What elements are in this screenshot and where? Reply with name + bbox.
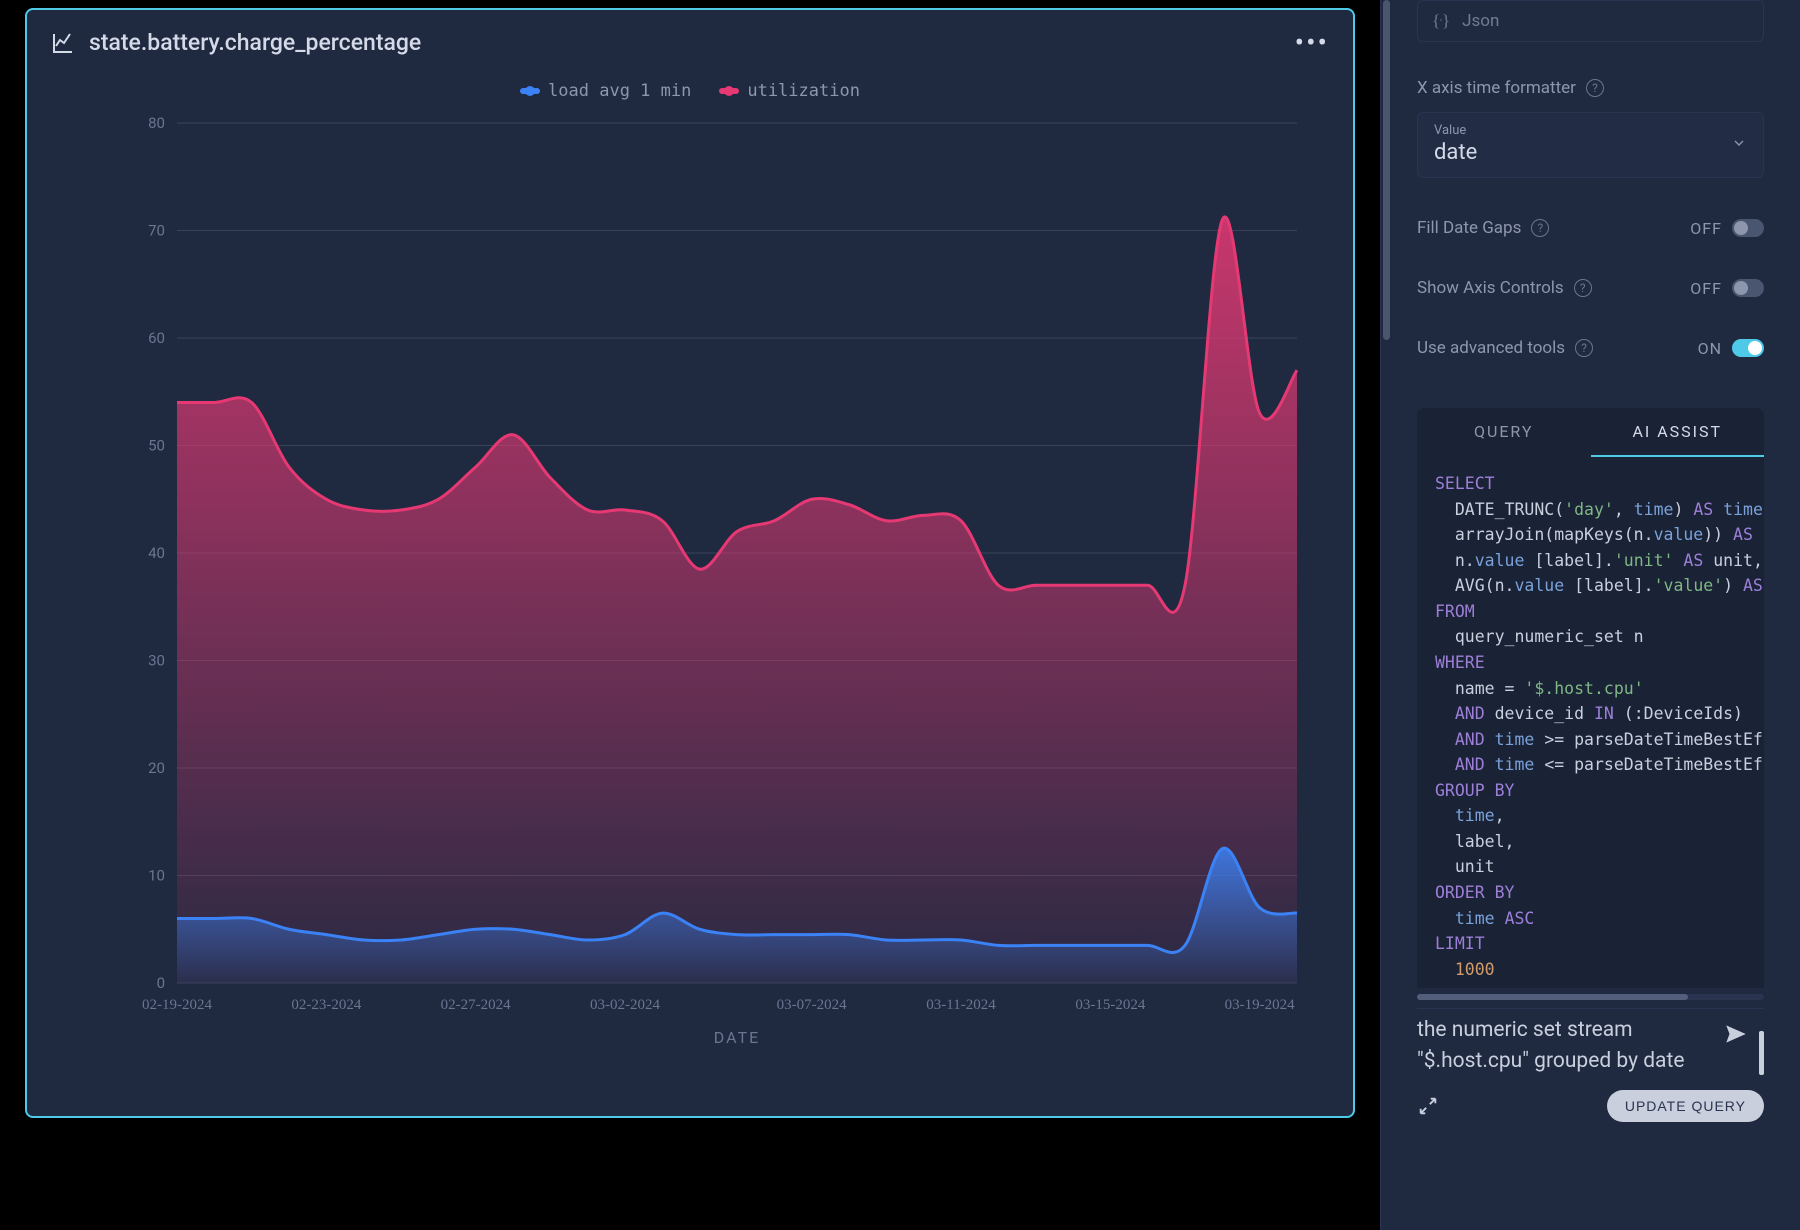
chart-body: 0 10 20 30 40 50 60 70 80 02-19-2024 02-23-2024 02… [27, 113, 1353, 1093]
field-label: Value [1434, 123, 1747, 138]
chart-legend: load avg 1 min utilization [27, 75, 1353, 113]
legend-item-utilization[interactable]: utilization [719, 81, 860, 101]
chart-title-text: state.battery.charge_percentage [89, 29, 421, 56]
help-icon[interactable]: ? [1586, 79, 1604, 97]
legend-label: load avg 1 min [548, 81, 691, 101]
scrollbar-track[interactable] [1381, 0, 1391, 360]
svg-text:60: 60 [148, 329, 165, 347]
main-panel: state.battery.charge_percentage ••• load… [0, 0, 1380, 1230]
more-menu-icon[interactable]: ••• [1295, 26, 1329, 59]
svg-text:10: 10 [148, 867, 165, 885]
sql-horizontal-scrollbar[interactable] [1417, 994, 1764, 1000]
tab-query[interactable]: QUERY [1417, 408, 1591, 457]
axis-controls-row: Show Axis Controls ? OFF [1417, 278, 1764, 298]
expand-icon[interactable] [1417, 1095, 1439, 1117]
chart-card: state.battery.charge_percentage ••• load… [25, 8, 1355, 1118]
fill-gaps-toggle[interactable]: OFF [1690, 219, 1764, 238]
legend-label: utilization [747, 81, 860, 101]
legend-item-load[interactable]: load avg 1 min [520, 81, 691, 101]
json-format-field[interactable]: {'} Json [1417, 0, 1764, 42]
scrollbar-thumb[interactable] [1383, 0, 1390, 340]
svg-text:03-15-2024: 03-15-2024 [1075, 997, 1145, 1013]
svg-text:80: 80 [148, 114, 165, 132]
chart-svg[interactable]: 0 10 20 30 40 50 60 70 80 02-19-2024 02-23-2024 02… [137, 113, 1317, 1093]
advanced-toggle[interactable]: ON [1698, 339, 1764, 358]
help-icon[interactable]: ? [1574, 279, 1592, 297]
x-axis-formatter-label: X axis time formatter ? [1417, 78, 1764, 98]
text-caret [1759, 1031, 1764, 1075]
svg-text:02-19-2024: 02-19-2024 [142, 997, 212, 1013]
svg-text:03-11-2024: 03-11-2024 [926, 997, 996, 1013]
json-label: Json [1462, 11, 1499, 31]
fill-date-gaps-row: Fill Date Gaps ? OFF [1417, 218, 1764, 238]
side-panel: {'} Json X axis time formatter ? Value d… [1380, 0, 1800, 1230]
line-chart-icon [51, 31, 75, 55]
help-icon[interactable]: ? [1575, 339, 1593, 357]
advanced-label: Use advanced tools [1417, 338, 1565, 358]
chart-title: state.battery.charge_percentage [51, 29, 421, 56]
fill-gaps-label: Fill Date Gaps [1417, 218, 1521, 238]
svg-text:20: 20 [148, 759, 165, 777]
svg-text:03-07-2024: 03-07-2024 [777, 997, 847, 1013]
tab-ai-assist[interactable]: AI ASSIST [1591, 408, 1765, 457]
advanced-tools-row: Use advanced tools ? ON [1417, 338, 1764, 358]
svg-text:40: 40 [148, 544, 165, 562]
ai-assist-text: the numeric set stream "$.host.cpu" grou… [1417, 1015, 1713, 1076]
send-icon[interactable] [1723, 1021, 1749, 1047]
sql-editor[interactable]: SELECT DATE_TRUNC('day', time) AS time, … [1417, 457, 1764, 988]
ai-assist-input[interactable]: the numeric set stream "$.host.cpu" grou… [1417, 1008, 1764, 1076]
svg-text:DATE: DATE [714, 1028, 760, 1047]
svg-text:02-27-2024: 02-27-2024 [441, 997, 511, 1013]
svg-text:03-19-2024: 03-19-2024 [1225, 997, 1295, 1013]
svg-text:50: 50 [148, 437, 165, 455]
query-tabs: QUERY AI ASSIST [1417, 408, 1764, 457]
svg-text:30: 30 [148, 652, 165, 670]
update-query-button[interactable]: UPDATE QUERY [1607, 1090, 1764, 1122]
legend-swatch-blue [520, 88, 540, 94]
x-formatter-select[interactable]: Value date [1417, 112, 1764, 178]
chart-header: state.battery.charge_percentage ••• [27, 10, 1353, 75]
svg-text:02-23-2024: 02-23-2024 [291, 997, 361, 1013]
axis-controls-toggle[interactable]: OFF [1690, 279, 1764, 298]
svg-text:03-02-2024: 03-02-2024 [590, 997, 660, 1013]
footer-row: UPDATE QUERY [1417, 1090, 1764, 1122]
svg-text:70: 70 [148, 222, 165, 240]
axis-controls-label: Show Axis Controls [1417, 278, 1564, 298]
svg-text:0: 0 [157, 974, 165, 992]
field-value: date [1434, 140, 1747, 165]
help-icon[interactable]: ? [1531, 219, 1549, 237]
chevron-down-icon [1731, 135, 1747, 151]
legend-swatch-pink [719, 88, 739, 94]
braces-icon: {'} [1432, 11, 1450, 31]
